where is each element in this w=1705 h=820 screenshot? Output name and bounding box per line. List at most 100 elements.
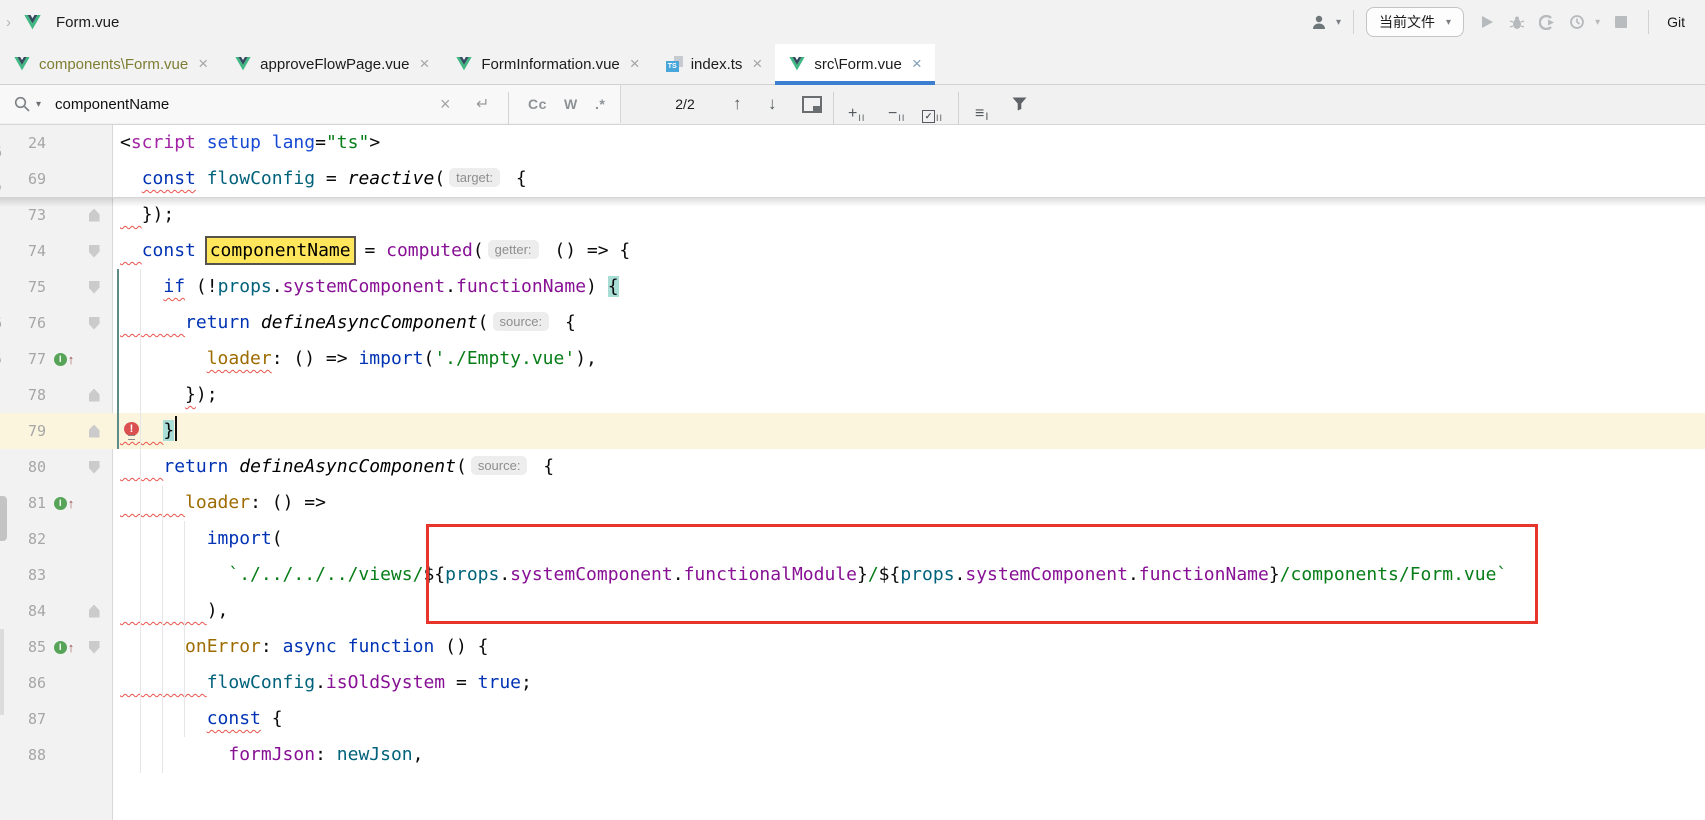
gutter-cell: 84 — [0, 593, 112, 629]
tab-label: src\Form.vue — [814, 56, 902, 73]
code-text[interactable]: return defineAsyncComponent(source: { — [120, 305, 576, 341]
code-line[interactable]: 76 return defineAsyncComponent(source: { — [0, 305, 1705, 341]
code-line[interactable]: 79! } — [0, 413, 1705, 449]
open-in-find-window-button[interactable] — [802, 85, 822, 123]
inlay-hint: getter: — [488, 240, 539, 259]
code-text[interactable]: loader: () => — [120, 485, 326, 521]
search-filter-funnel-icon[interactable] — [1012, 85, 1027, 123]
next-occurrence-button[interactable]: ↓ — [768, 85, 777, 123]
code-line[interactable]: 85I↑ onError: async function () { — [0, 629, 1705, 665]
code-line[interactable]: 87 const { — [0, 701, 1705, 737]
code-text[interactable]: if (!props.systemComponent.functionName)… — [120, 269, 619, 305]
user-account-icon[interactable] — [1309, 8, 1333, 36]
code-text[interactable]: const flowConfig = reactive(target: { — [120, 161, 527, 197]
code-line[interactable]: 74 const componentName = computed(getter… — [0, 233, 1705, 269]
edge-scrollbar-thumb[interactable] — [0, 496, 7, 541]
implemented-marker-icon[interactable]: I↑ — [46, 352, 82, 367]
editor-tab[interactable]: FormInformation.vue × — [442, 44, 652, 84]
fold-end-icon[interactable] — [89, 605, 100, 618]
editor-tab[interactable]: src\Form.vue × — [775, 44, 934, 84]
sticky-lines-panel: 24<script setup lang="ts">69 const flowC… — [0, 125, 1705, 197]
implemented-marker-icon[interactable]: I↑ — [46, 496, 82, 511]
run-configuration-select[interactable]: 当前文件 ▾ — [1366, 7, 1464, 37]
chevron-down-icon[interactable]: ▾ — [1336, 17, 1341, 28]
code-text[interactable]: flowConfig.isOldSystem = true; — [120, 665, 532, 701]
code-line[interactable]: 75 if (!props.systemComponent.functionNa… — [0, 269, 1705, 305]
editor-tab[interactable]: components\Form.vue× — [0, 44, 221, 84]
debug-button[interactable] — [1502, 8, 1532, 36]
tab-label: FormInformation.vue — [481, 56, 619, 73]
code-text[interactable]: }); — [120, 377, 218, 413]
scope-guide-line — [117, 269, 119, 449]
inlay-hint: target: — [449, 168, 500, 187]
chevron-down-icon[interactable]: ▾ — [36, 85, 41, 123]
regex-toggle[interactable]: .* — [595, 85, 605, 123]
code-line[interactable]: 88 formJson: newJson, — [0, 737, 1705, 773]
gutter-cell: 82 — [0, 521, 112, 557]
edge-strip — [0, 629, 4, 715]
sticky-line[interactable]: 69 const flowConfig = reactive(target: { — [0, 161, 1705, 197]
search-query-text[interactable]: componentName — [55, 85, 169, 123]
fold-start-icon[interactable] — [89, 281, 100, 294]
fold-start-icon[interactable] — [89, 317, 100, 330]
code-text[interactable]: import( — [120, 521, 283, 557]
remove-occurrence-button[interactable]: −II — [888, 85, 905, 123]
code-text[interactable]: formJson: newJson, — [120, 737, 423, 773]
code-text[interactable]: loader: () => import('./Empty.vue'), — [120, 341, 597, 377]
fold-start-icon[interactable] — [89, 641, 100, 654]
fold-start-icon[interactable] — [89, 245, 100, 258]
code-text[interactable]: return defineAsyncComponent(source: { — [120, 449, 554, 485]
search-icon[interactable] — [14, 85, 30, 123]
gutter-cell: 74 — [0, 233, 112, 269]
close-icon[interactable]: × — [419, 54, 429, 74]
chevron-down-icon[interactable]: ▾ — [1595, 17, 1600, 28]
code-text[interactable]: ), — [120, 593, 228, 629]
filter-lines-icon[interactable]: ≡I — [975, 85, 989, 123]
code-text[interactable]: <script setup lang="ts"> — [120, 125, 380, 161]
vcs-git-widget[interactable]: Git — [1667, 14, 1685, 30]
code-line[interactable]: 86 flowConfig.isOldSystem = true; — [0, 665, 1705, 701]
stop-button[interactable] — [1606, 8, 1636, 36]
close-icon[interactable]: × — [630, 54, 640, 74]
match-count: 2/2 — [655, 85, 715, 123]
code-line[interactable]: 80 return defineAsyncComponent(source: { — [0, 449, 1705, 485]
window-file-title: Form.vue — [56, 14, 119, 31]
vue-file-icon — [17, 8, 47, 36]
editor-tab[interactable]: TSindex.ts× — [653, 44, 776, 84]
clear-search-icon[interactable]: × — [440, 85, 451, 123]
fold-start-icon[interactable] — [89, 461, 100, 474]
fold-end-icon[interactable] — [89, 425, 100, 438]
vue-file-icon — [13, 50, 31, 78]
vue-file-icon — [788, 50, 806, 78]
match-case-toggle[interactable]: Cc — [528, 85, 547, 123]
gutter-cell: 24 — [0, 125, 112, 161]
editor-tab[interactable]: approveFlowPage.vue× — [221, 44, 442, 84]
code-text[interactable]: onError: async function () { — [120, 629, 489, 665]
typescript-file-icon: TS — [666, 56, 683, 72]
close-icon[interactable]: × — [752, 54, 762, 74]
run-button[interactable] — [1472, 8, 1502, 36]
fold-end-icon[interactable] — [89, 209, 100, 222]
code-line[interactable]: 77I↑ loader: () => import('./Empty.vue')… — [0, 341, 1705, 377]
previous-occurrence-button[interactable]: ↑ — [733, 85, 742, 123]
error-intention-icon[interactable]: ! — [124, 422, 139, 436]
run-coverage-button[interactable] — [1532, 8, 1562, 36]
select-all-occurrences-button[interactable]: ✓II — [922, 85, 943, 123]
add-occurrence-button[interactable]: +II — [848, 85, 865, 123]
code-line[interactable]: 78 }); — [0, 377, 1705, 413]
insert-newline-icon[interactable]: ↵ — [476, 85, 489, 123]
window-title-bar: › Form.vue ▾ 当前文件 ▾ ▾ Git — [0, 0, 1705, 45]
code-line[interactable]: 81I↑ loader: () => — [0, 485, 1705, 521]
code-text[interactable]: const componentName = computed(getter: (… — [120, 233, 630, 269]
line-number: 75 — [0, 278, 46, 296]
code-editor[interactable]: 24<script setup lang="ts">69 const flowC… — [0, 125, 1705, 820]
fold-end-icon[interactable] — [89, 389, 100, 402]
whole-words-toggle[interactable]: W — [564, 85, 578, 123]
close-icon[interactable]: × — [198, 54, 208, 74]
profiler-button[interactable] — [1562, 8, 1592, 36]
sticky-line[interactable]: 24<script setup lang="ts"> — [0, 125, 1705, 161]
implemented-marker-icon[interactable]: I↑ — [46, 640, 82, 655]
close-icon[interactable]: × — [912, 54, 922, 74]
code-text[interactable]: const { — [120, 701, 283, 737]
gutter-cell: 81I↑ — [0, 485, 112, 521]
